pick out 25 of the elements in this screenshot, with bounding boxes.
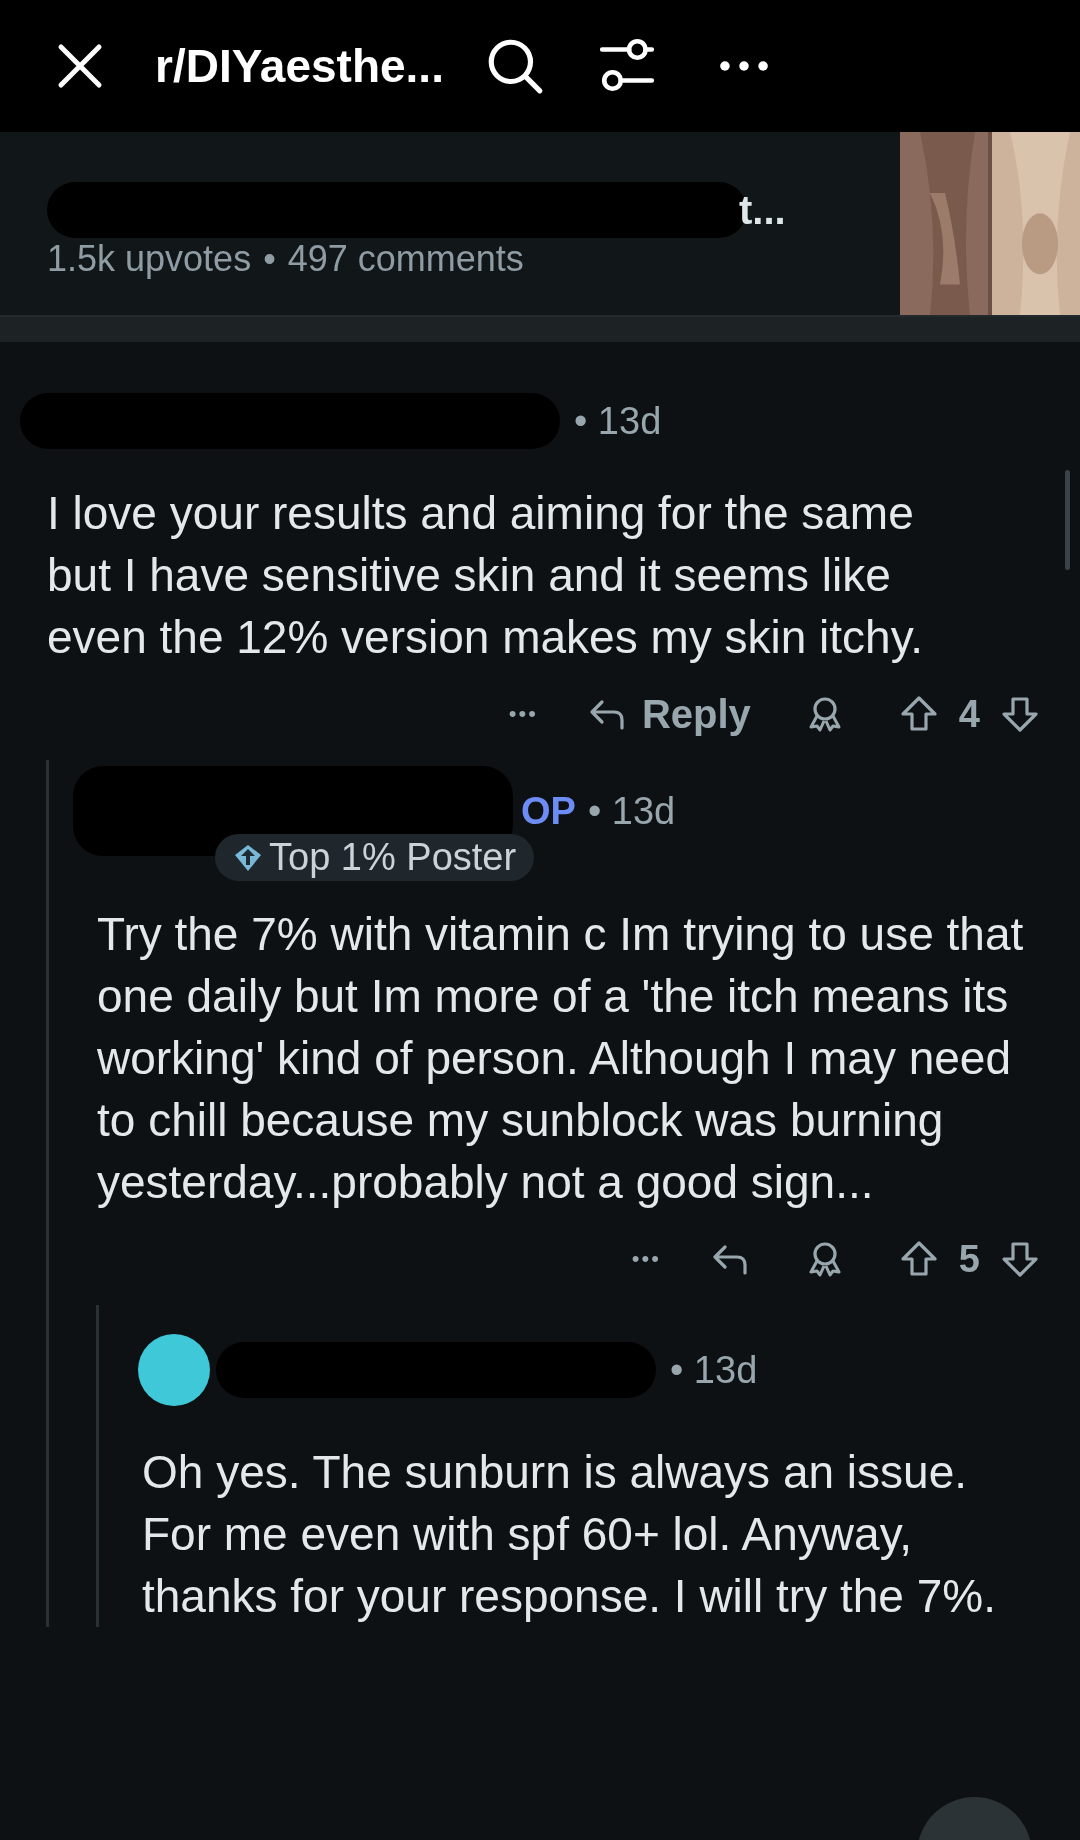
comment-time: • 13d <box>574 399 662 443</box>
upvote-icon[interactable] <box>898 1239 939 1279</box>
post-title: t... <box>739 187 786 233</box>
downvote-icon[interactable] <box>1000 694 1040 734</box>
comment-count: 497 comments <box>287 238 524 280</box>
downvote-icon[interactable] <box>1000 1239 1040 1279</box>
badge-label: Top 1% Poster <box>269 836 517 879</box>
op-label: OP <box>521 789 576 833</box>
post-header[interactable]: t... 1.5k upvotes • 497 comments <box>0 132 1080 317</box>
upvote-count: 1.5k upvotes <box>47 238 252 280</box>
reply-button[interactable]: Reply <box>587 691 751 737</box>
more-options[interactable]: ••• <box>631 1246 661 1272</box>
comment-body: Oh yes. The sunburn is always an issue. For me even with spf 60+ lol. Anyway, thanks for your response. I will try the 7%. <box>142 1445 997 1624</box>
comment-body: I love your results and aiming for the same but I have sensitive skin and it seems like even the 12% version makes my skin itchy. <box>47 486 925 665</box>
subreddit-title[interactable]: r/DIYaesthe... <box>155 39 444 93</box>
vote-count: 4 <box>958 692 980 736</box>
comment-time: • 13d <box>670 1348 758 1392</box>
more-icon[interactable] <box>717 59 770 73</box>
vote-count: 5 <box>958 1237 980 1281</box>
comment-body: Try the 7% with vitamin c Im trying to use that one daily but Im more of a 'the itch means its working' kind of person. Although I may need to chill because my sunblock was burning yesterday...probably not a good sign... <box>97 907 1025 1210</box>
diamond-arrow-icon <box>233 842 263 873</box>
upvote-icon[interactable] <box>898 694 939 734</box>
comment-time: • 13d <box>587 789 676 833</box>
separator-dot: • <box>263 238 276 280</box>
more-options[interactable]: ••• <box>508 701 538 727</box>
